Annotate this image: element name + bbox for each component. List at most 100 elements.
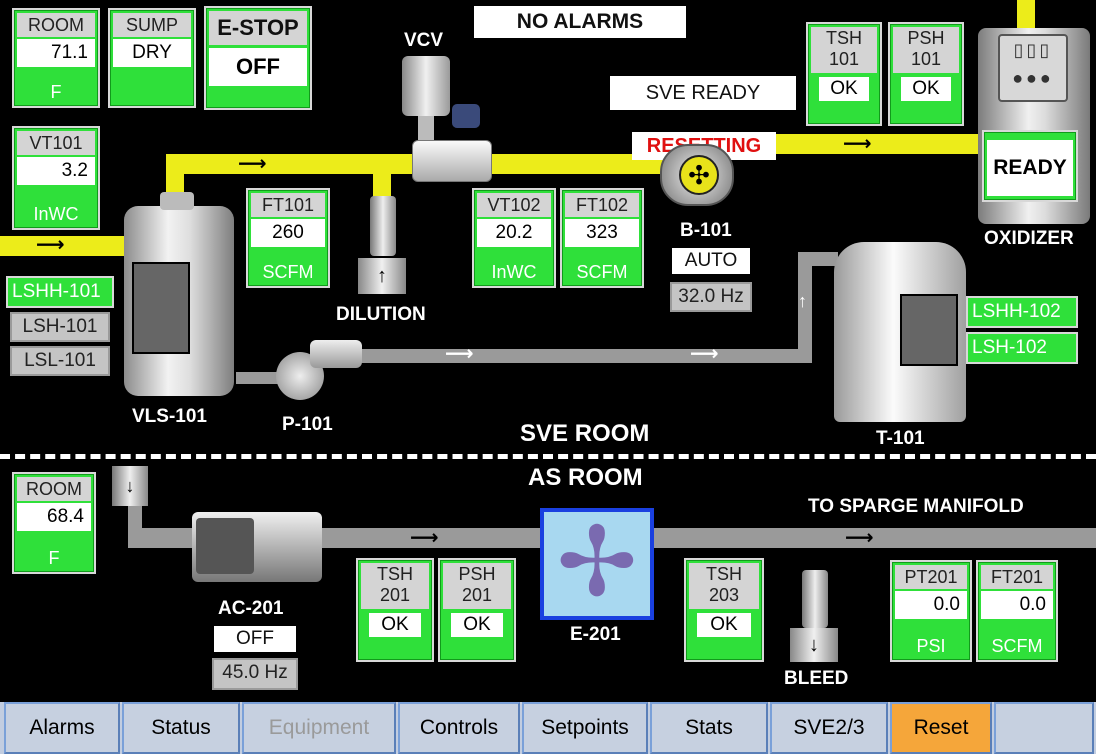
tile-unit: InWC [491,262,537,282]
tile-unit: SCFM [576,262,628,282]
flow-arrow: ⟶ [238,153,267,175]
ac201-label: AC-201 [218,598,284,619]
t101-label: T-101 [876,428,925,449]
oxidizer-control-panel: ▯▯▯ ●●● [998,34,1068,102]
lshh101-indicator: LSHH-101 [6,276,114,308]
psh201-tile[interactable]: PSH 201 OK [438,558,516,662]
tile-unit: F [50,82,62,102]
tile-value: 260 [251,219,325,247]
tile-title: E-STOP [209,11,307,45]
nav-setpoints-button[interactable]: Setpoints [522,702,648,754]
nav-reset-button[interactable]: Reset [890,702,992,754]
vt102-tile[interactable]: VT102 20.2 InWC [472,188,556,288]
tile-unit: PSI [916,636,946,656]
tile-unit: F [48,548,60,568]
sve-status-banner: SVE READY [610,76,796,110]
oxidizer-stack-pipe [1017,0,1035,28]
dilution-valve[interactable] [370,196,396,256]
vls-outlet-pipe [166,172,184,194]
vcv-actuator[interactable] [402,56,450,116]
room-temp-tile[interactable]: ROOM 71.1 F [12,8,100,108]
tile-title: TSH 203 [689,563,759,609]
tile-value: 3.2 [17,157,95,185]
nav-stats-button[interactable]: Stats [650,702,768,754]
alarm-status-banner[interactable]: NO ALARMS [474,6,686,38]
nav-alarms-button[interactable]: Alarms [4,702,120,754]
intake-pipe [128,500,142,540]
tile-title: FT101 [251,193,325,217]
tile-value: 71.1 [17,39,95,67]
flow-arrow: ↑ [798,291,807,311]
tile-title: VT101 [17,131,95,155]
tile-title: PSH 201 [443,563,511,609]
tile-unit: InWC [33,204,79,224]
tile-title: TSH 201 [361,563,429,609]
ac201-state[interactable]: OFF [214,626,296,652]
tile-value: OK [369,613,421,637]
riser-top-pipe [798,252,838,266]
flow-arrow: ⟶ [445,343,474,365]
tile-value: 0.0 [895,591,967,619]
as-room-temp-tile[interactable]: ROOM 68.4 F [12,472,96,574]
vls101-sight-window [132,262,190,354]
nav-equipment-button[interactable]: Equipment [242,702,396,754]
estop-tile[interactable]: E-STOP OFF [204,6,312,110]
pump-discharge-pipe [360,349,810,363]
bleed-outlet: ↓ [790,628,838,662]
p101-outlet [310,340,362,368]
vls101-cap [160,192,194,210]
ac201-motor-housing [196,518,254,574]
b101-mode[interactable]: AUTO [672,248,750,274]
nav-status-button[interactable]: Status [122,702,240,754]
lsh102-indicator: LSH-102 [966,332,1078,364]
tile-title: PT201 [895,565,967,589]
flow-arrow: ⟶ [690,343,719,365]
tile-unit: SCFM [991,636,1043,656]
ft201-tile[interactable]: FT201 0.0 SCFM [976,560,1058,662]
oxidizer-ready-tile: READY [982,130,1078,202]
tile-value: 20.2 [477,219,551,247]
nav-blank-button[interactable] [994,702,1094,754]
ac201-frequency: 45.0 Hz [212,658,298,690]
sve-room-label: SVE ROOM [520,420,650,447]
pt201-tile[interactable]: PT201 0.0 PSI [890,560,972,662]
vcv-positioner [452,104,480,128]
dilution-label: DILUTION [336,304,426,325]
tile-value: DRY [113,39,191,67]
lshh102-indicator: LSHH-102 [966,296,1078,328]
tile-value: OK [901,77,951,101]
nav-controls-button[interactable]: Controls [398,702,520,754]
dilution-intake: ↑ [358,258,406,294]
ft101-tile[interactable]: FT101 260 SCFM [246,188,330,288]
tile-title: TSH 101 [811,27,877,73]
vls101-label: VLS-101 [132,406,207,427]
room-divider [0,454,1096,459]
e201-label: E-201 [570,624,621,645]
tile-value: OK [451,613,503,637]
tsh201-tile[interactable]: TSH 201 OK [356,558,434,662]
tile-title: ROOM [17,13,95,37]
vt101-tile[interactable]: VT101 3.2 InWC [12,126,100,230]
tile-value: 68.4 [17,503,91,531]
intake-filter: ↓ [112,466,148,506]
to-sparge-label: TO SPARGE MANIFOLD [808,496,1024,517]
tile-title: VT102 [477,193,551,217]
nav-sve23-button[interactable]: SVE2/3 [770,702,888,754]
tsh101-tile[interactable]: TSH 101 OK [806,22,882,126]
main-vapor-pipe [166,154,426,174]
tsh203-tile[interactable]: TSH 203 OK [684,558,764,662]
tile-value: OK [819,77,869,101]
t101-sight-window [900,294,958,366]
flow-arrow: ⟶ [410,527,439,549]
flow-arrow: ⟶ [845,527,874,549]
b101-frequency: 32.0 Hz [670,282,752,312]
tile-value: OFF [209,48,307,86]
sump-tile[interactable]: SUMP DRY [108,8,196,108]
p101-label: P-101 [282,414,333,435]
tile-unit: SCFM [262,262,314,282]
bleed-valve[interactable] [802,570,828,628]
lsl101-indicator: LSL-101 [10,346,110,376]
tile-title: SUMP [113,13,191,37]
psh101-tile[interactable]: PSH 101 OK [888,22,964,126]
ft102-tile[interactable]: FT102 323 SCFM [560,188,644,288]
